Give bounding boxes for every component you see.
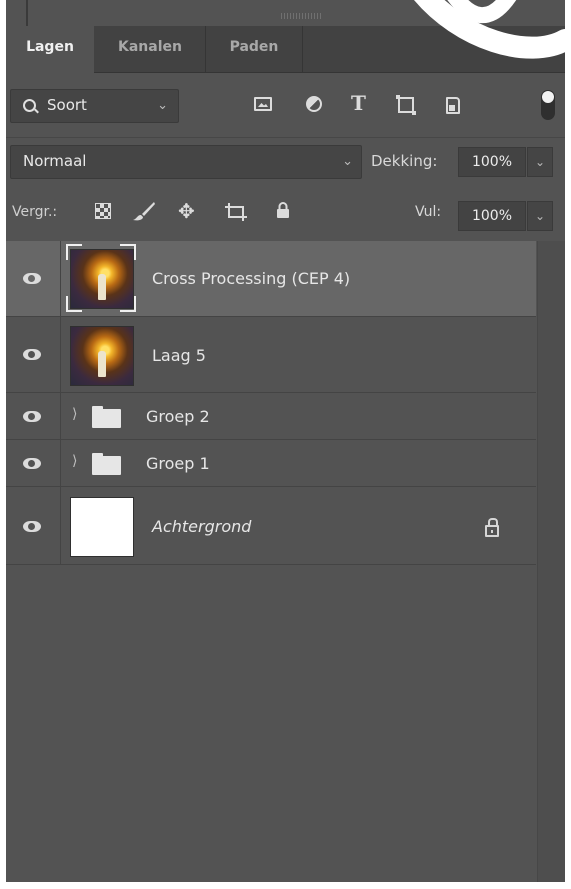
panel-menu-icon[interactable]: [541, 40, 557, 54]
search-icon: [23, 99, 36, 112]
tab-paden[interactable]: Paden: [206, 26, 303, 72]
visibility-cell[interactable]: [6, 487, 61, 564]
opacity-label: Dekking:: [371, 152, 438, 170]
filter-toggle-switch[interactable]: [541, 90, 555, 120]
layer-row-groep-1[interactable]: ⟩ Groep 1: [6, 440, 536, 487]
blend-mode-label: Normaal: [23, 152, 87, 170]
filter-kind-select[interactable]: Soort ⌄: [10, 89, 179, 123]
lock-transparent-pixels-icon[interactable]: [95, 203, 111, 219]
folder-icon: [92, 453, 121, 475]
tab-kanalen[interactable]: Kanalen: [95, 26, 206, 72]
layer-row-groep-2[interactable]: ⟩ Groep 2: [6, 393, 536, 440]
visibility-cell[interactable]: [6, 241, 61, 316]
lock-position-icon[interactable]: ✥: [178, 199, 195, 223]
chevron-right-icon[interactable]: ⟩: [72, 406, 77, 422]
layer-row-achtergrond[interactable]: Achtergrond: [6, 487, 536, 565]
fill-input[interactable]: 100%: [458, 201, 526, 231]
type-layer-filter-icon[interactable]: T: [351, 91, 366, 115]
layer-thumbnail[interactable]: [70, 497, 134, 557]
panel-edge-line: [26, 0, 28, 26]
figure-silhouette: [98, 274, 106, 300]
lock-artboard-icon[interactable]: [225, 203, 247, 221]
lock-image-pixels-icon[interactable]: [132, 201, 156, 221]
chevron-down-icon: ⌄: [157, 98, 168, 113]
layer-name: Groep 1: [146, 454, 210, 473]
lock-label: Vergr.:: [12, 204, 58, 220]
visibility-cell[interactable]: [6, 440, 61, 486]
tab-lagen[interactable]: Lagen: [6, 26, 94, 73]
eye-icon[interactable]: [23, 349, 41, 360]
eye-icon[interactable]: [23, 273, 41, 284]
panel-tab-bar: Lagen Kanalen Paden: [6, 26, 565, 73]
visibility-cell[interactable]: [6, 393, 61, 439]
chevron-right-icon[interactable]: ⟩: [72, 453, 77, 469]
layer-name: Cross Processing (CEP 4): [152, 269, 351, 288]
lock-all-icon[interactable]: [276, 202, 290, 218]
fill-dropdown-button[interactable]: ⌄: [527, 201, 553, 231]
eye-icon[interactable]: [23, 521, 41, 532]
layer-row-laag-5[interactable]: Laag 5: [6, 317, 536, 393]
lock-row: Vergr.: ✥ Vul: 100% ⌄: [6, 188, 565, 238]
chevron-down-icon: ⌄: [342, 154, 353, 169]
shape-layer-filter-icon[interactable]: [396, 95, 416, 115]
filter-kind-label: Soort: [47, 96, 87, 114]
adjustment-layer-filter-icon[interactable]: [306, 96, 322, 112]
blend-mode-select[interactable]: Normaal ⌄: [10, 145, 362, 179]
opacity-input[interactable]: 100%: [458, 147, 526, 177]
layer-name: Laag 5: [152, 346, 206, 365]
eye-icon[interactable]: [23, 411, 41, 422]
fill-label: Vul:: [415, 204, 442, 220]
opacity-dropdown-button[interactable]: ⌄: [527, 147, 553, 177]
layer-thumbnail[interactable]: [70, 249, 134, 309]
visibility-cell[interactable]: [6, 317, 61, 392]
layer-thumbnail[interactable]: [70, 326, 134, 386]
smart-object-filter-icon[interactable]: [446, 97, 460, 114]
layers-panel: Lagen Kanalen Paden Soort ⌄ T Normaal ⌄ …: [6, 0, 565, 882]
figure-silhouette: [98, 351, 106, 377]
scrollbar-track[interactable]: [537, 241, 565, 882]
panel-drag-strip[interactable]: [6, 0, 565, 26]
folder-icon: [92, 406, 121, 428]
pixel-layer-filter-icon[interactable]: [254, 97, 272, 111]
layer-name: Achtergrond: [152, 517, 252, 536]
lock-icon[interactable]: [485, 518, 499, 537]
eye-icon[interactable]: [23, 458, 41, 469]
layer-name: Groep 2: [146, 407, 210, 426]
blend-row: Normaal ⌄ Dekking: 100% ⌄: [6, 137, 565, 184]
drag-grip-icon[interactable]: [281, 13, 323, 19]
layer-filter-row: Soort ⌄ T: [6, 80, 565, 130]
layer-row-cross-processing[interactable]: Cross Processing (CEP 4): [6, 241, 536, 317]
